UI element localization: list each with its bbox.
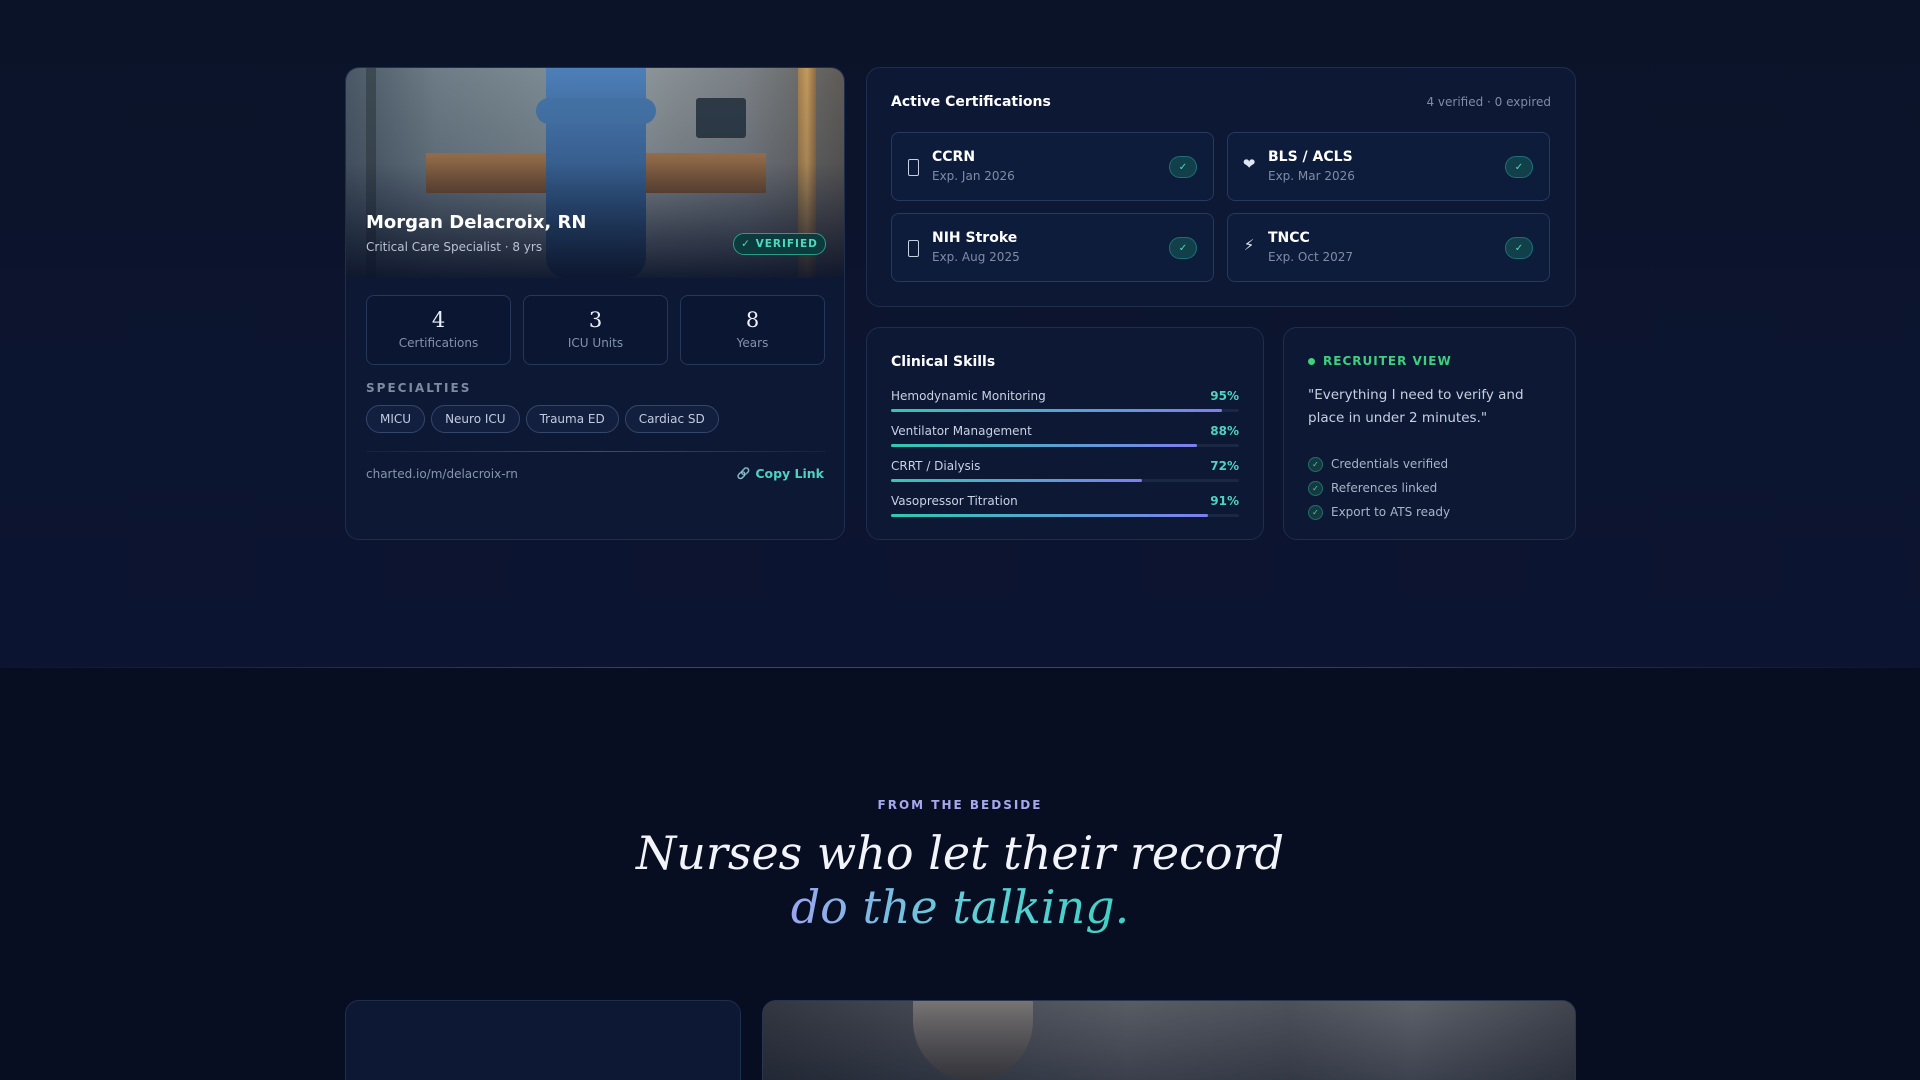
profile-name: Morgan Delacroix, RN bbox=[366, 212, 587, 233]
lightning-icon: ⚡ bbox=[1243, 236, 1255, 254]
skill-percent: 91% bbox=[1210, 494, 1239, 508]
stat-label: Certifications bbox=[398, 336, 479, 350]
skill-bar-track bbox=[891, 479, 1239, 482]
specialties-heading: SPECIALTIES bbox=[366, 381, 472, 395]
specialty-chip[interactable]: Trauma ED bbox=[525, 405, 619, 433]
cert-name: BLS / ACLS bbox=[1268, 149, 1353, 165]
testimonial-photo-card bbox=[762, 1000, 1576, 1080]
skill-bar-track bbox=[891, 514, 1239, 517]
checklist-item: ✓ References linked bbox=[1308, 476, 1450, 500]
cert-name: NIH Stroke bbox=[932, 230, 1018, 246]
check-icon: ✓ bbox=[1169, 237, 1197, 259]
stat-value: 3 bbox=[588, 308, 603, 332]
stat-value: 8 bbox=[745, 308, 760, 332]
section-eyebrow: FROM THE BEDSIDE bbox=[877, 798, 1043, 812]
cert-name: TNCC bbox=[1268, 230, 1310, 246]
skill-percent: 95% bbox=[1210, 389, 1239, 403]
copy-link-label: Copy Link bbox=[755, 466, 824, 481]
skill-bar-track bbox=[891, 409, 1239, 412]
recruiter-label: RECRUITER VIEW bbox=[1323, 354, 1452, 368]
skill-bar-fill bbox=[891, 409, 1222, 412]
cert-item-nih-stroke[interactable]: NIH Stroke Exp. Aug 2025 ✓ bbox=[891, 213, 1214, 282]
stat-certifications: 4 Certifications bbox=[366, 295, 511, 365]
heart-icon: ❤ bbox=[1242, 155, 1256, 173]
check-icon: ✓ bbox=[1308, 456, 1323, 472]
cert-name: CCRN bbox=[932, 149, 976, 165]
recruiter-checklist: ✓ Credentials verified ✓ References link… bbox=[1308, 452, 1450, 524]
skill-name: CRRT / Dialysis bbox=[891, 459, 981, 473]
skill-name: Ventilator Management bbox=[891, 424, 1032, 438]
certifications-summary: 4 verified · 0 expired bbox=[1426, 95, 1551, 109]
skill-item: Vasopressor Titration 91% bbox=[891, 494, 1239, 517]
profile-card: Morgan Delacroix, RN Critical Care Speci… bbox=[345, 67, 845, 540]
check-icon: ✓ bbox=[1308, 504, 1323, 520]
stat-value: 4 bbox=[431, 308, 446, 332]
specialty-chip[interactable]: Neuro ICU bbox=[431, 405, 520, 433]
checklist-label: References linked bbox=[1331, 481, 1438, 495]
skill-item: CRRT / Dialysis 72% bbox=[891, 459, 1239, 482]
photo-overlay bbox=[763, 1001, 1575, 1080]
skill-bar-fill bbox=[891, 444, 1198, 447]
checklist-label: Credentials verified bbox=[1331, 457, 1449, 471]
clinical-skills-card: Clinical Skills Hemodynamic Monitoring 9… bbox=[866, 327, 1264, 540]
status-dot-icon bbox=[1308, 357, 1315, 365]
skill-percent: 72% bbox=[1210, 459, 1239, 473]
recruiter-header: RECRUITER VIEW bbox=[1308, 354, 1452, 368]
verified-badge: ✓ VERIFIED bbox=[733, 233, 826, 255]
recruiter-quote: "Everything I need to verify and place i… bbox=[1308, 387, 1524, 426]
skill-name: Hemodynamic Monitoring bbox=[891, 389, 1046, 403]
testimonial-card bbox=[345, 1000, 741, 1080]
cert-expiry: Exp. Oct 2027 bbox=[1268, 250, 1354, 264]
certifications-title: Active Certifications bbox=[891, 94, 1051, 110]
headline-line-2: do the talking. bbox=[790, 880, 1130, 934]
profile-url: charted.io/m/delacroix-rn bbox=[366, 467, 518, 481]
checklist-item: ✓ Credentials verified bbox=[1308, 452, 1450, 476]
cert-expiry: Exp. Mar 2026 bbox=[1268, 169, 1355, 183]
cert-item-ccrn[interactable]: CCRN Exp. Jan 2026 ✓ bbox=[891, 132, 1214, 201]
skill-bar-fill bbox=[891, 514, 1208, 517]
badge-icon bbox=[908, 159, 919, 176]
skill-bar-fill bbox=[891, 479, 1142, 482]
headline-line-1: Nurses who let their record bbox=[635, 826, 1285, 880]
check-icon: ✓ bbox=[1308, 480, 1323, 496]
skill-bar-track bbox=[891, 444, 1239, 447]
stat-icu-units: 3 ICU Units bbox=[523, 295, 668, 365]
skill-item: Hemodynamic Monitoring 95% bbox=[891, 389, 1239, 412]
cert-expiry: Exp. Jan 2026 bbox=[932, 169, 1015, 183]
check-icon: ✓ bbox=[1169, 156, 1197, 178]
section-headline: Nurses who let their record do the talki… bbox=[0, 826, 1920, 934]
profile-stats: 4 Certifications 3 ICU Units 8 Years bbox=[366, 295, 825, 365]
check-icon: ✓ bbox=[1505, 237, 1533, 259]
certifications-card: Active Certifications 4 verified · 0 exp… bbox=[866, 67, 1576, 307]
copy-link-button[interactable]: 🔗 Copy Link bbox=[737, 466, 824, 481]
profile-subtitle: Critical Care Specialist · 8 yrs bbox=[366, 240, 543, 254]
specialty-chips: MICU Neuro ICU Trauma ED Cardiac SD bbox=[366, 405, 719, 433]
skill-name: Vasopressor Titration bbox=[891, 494, 1018, 508]
cert-expiry: Exp. Aug 2025 bbox=[932, 250, 1020, 264]
link-icon: 🔗 bbox=[736, 467, 751, 480]
check-icon: ✓ bbox=[1505, 156, 1533, 178]
specialty-chip[interactable]: MICU bbox=[366, 405, 426, 433]
badge-icon bbox=[908, 240, 919, 257]
skill-item: Ventilator Management 88% bbox=[891, 424, 1239, 447]
checklist-item: ✓ Export to ATS ready bbox=[1308, 500, 1450, 524]
skills-title: Clinical Skills bbox=[891, 354, 996, 370]
specialty-chip[interactable]: Cardiac SD bbox=[624, 405, 719, 433]
checklist-label: Export to ATS ready bbox=[1331, 505, 1451, 519]
recruiter-view-card: RECRUITER VIEW "Everything I need to ver… bbox=[1283, 327, 1576, 540]
cert-item-bls-acls[interactable]: ❤ BLS / ACLS Exp. Mar 2026 ✓ bbox=[1227, 132, 1550, 201]
profile-divider bbox=[366, 451, 826, 452]
stat-years: 8 Years bbox=[680, 295, 825, 365]
stat-label: Years bbox=[736, 336, 769, 350]
skill-percent: 88% bbox=[1210, 424, 1239, 438]
stat-label: ICU Units bbox=[567, 336, 624, 350]
cert-item-tncc[interactable]: ⚡ TNCC Exp. Oct 2027 ✓ bbox=[1227, 213, 1550, 282]
